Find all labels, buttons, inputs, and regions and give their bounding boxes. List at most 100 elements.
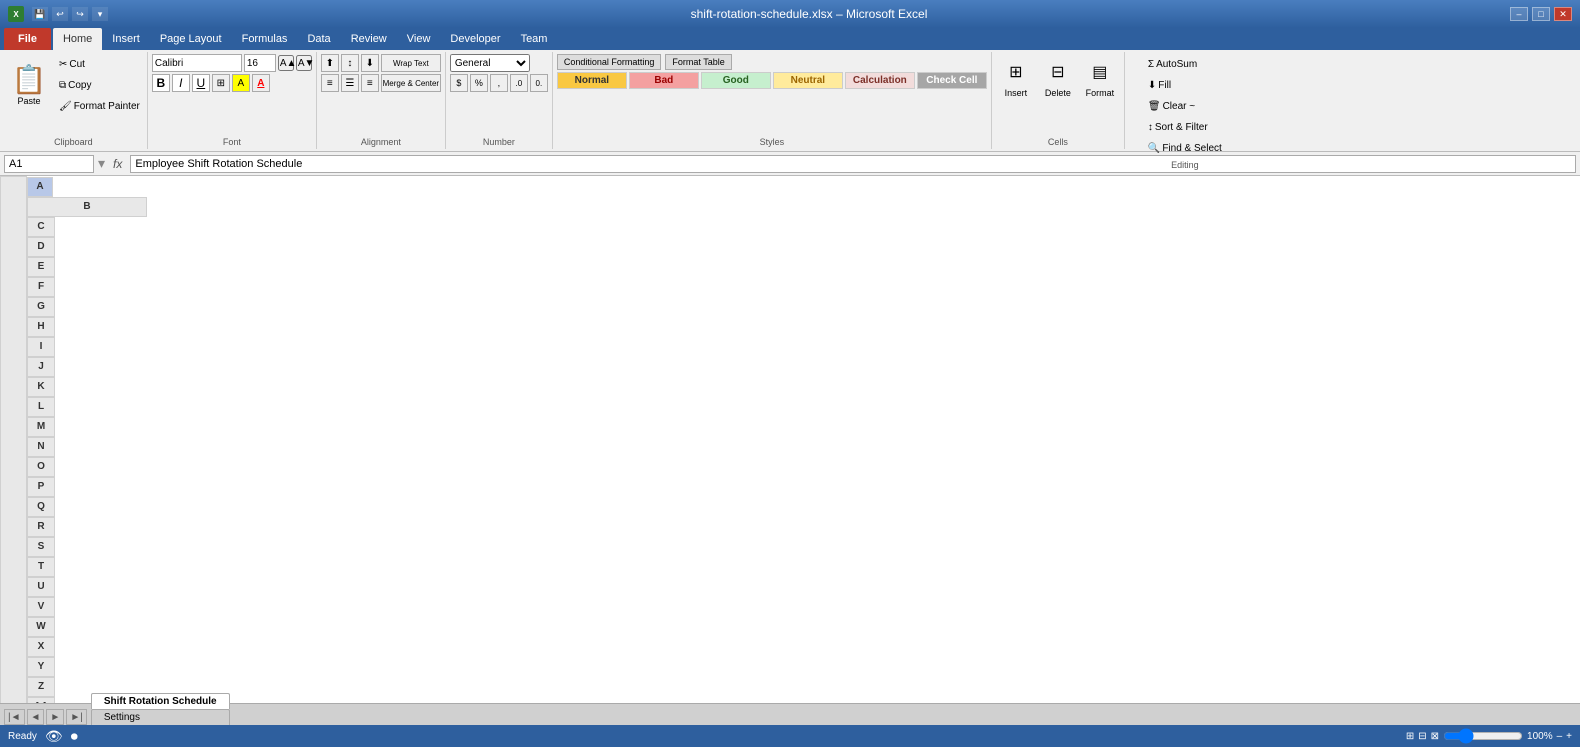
increase-font-btn[interactable]: A▲ xyxy=(278,55,294,71)
spreadsheet-scroll[interactable]: ABCDEFGHIJKLMNOPQRSTUVWXYZAAABACADAEAF1E… xyxy=(0,176,1580,703)
ribbon-tab-review[interactable]: Review xyxy=(341,28,397,50)
sheet-tab-1[interactable]: Settings xyxy=(91,709,230,725)
col-header-G[interactable]: G xyxy=(27,297,55,317)
align-middle-btn[interactable]: ↕ xyxy=(341,54,359,72)
ribbon-tab-insert[interactable]: Insert xyxy=(102,28,150,50)
bold-button[interactable]: B xyxy=(152,74,170,92)
style-neutral[interactable]: Neutral xyxy=(773,72,843,89)
autosum-button[interactable]: Σ AutoSum xyxy=(1145,54,1200,74)
col-header-W[interactable]: W xyxy=(27,617,55,637)
ribbon-tab-file[interactable]: File xyxy=(4,28,51,50)
formula-input[interactable] xyxy=(130,155,1576,173)
cell-ref-input[interactable] xyxy=(4,155,94,173)
layout-preview-btn[interactable]: ⊠ xyxy=(1431,731,1439,742)
ribbon-tab-data[interactable]: Data xyxy=(297,28,340,50)
screen-reader-icon[interactable]: 👁 xyxy=(45,728,63,745)
ribbon-tab-home[interactable]: Home xyxy=(53,28,102,50)
ribbon-tab-formulas[interactable]: Formulas xyxy=(232,28,298,50)
percent-btn[interactable]: % xyxy=(470,74,488,92)
conditional-formatting-btn[interactable]: Conditional Formatting xyxy=(557,54,662,70)
maximize-btn[interactable]: □ xyxy=(1532,7,1550,21)
col-header-L[interactable]: L xyxy=(27,397,55,417)
sheet-nav-next[interactable]: ► xyxy=(46,709,64,725)
col-header-R[interactable]: R xyxy=(27,517,55,537)
layout-page-btn[interactable]: ⊟ xyxy=(1418,731,1426,742)
number-format-select[interactable]: General xyxy=(450,54,530,72)
fill-color-btn[interactable]: A xyxy=(232,74,250,92)
customize-quick-btn[interactable]: ▾ xyxy=(92,7,108,21)
ribbon-tab-page-layout[interactable]: Page Layout xyxy=(150,28,232,50)
wrap-text-btn[interactable]: Wrap Text xyxy=(381,54,441,72)
ribbon-tab-view[interactable]: View xyxy=(397,28,441,50)
zoom-minus-btn[interactable]: – xyxy=(1557,731,1563,742)
sheet-tab-0[interactable]: Shift Rotation Schedule xyxy=(91,693,230,709)
style-normal[interactable]: Normal xyxy=(557,72,627,89)
col-header-E[interactable]: E xyxy=(27,257,55,277)
format-as-table-btn[interactable]: Format Table xyxy=(665,54,731,70)
copy-button[interactable]: ⧉ Copy xyxy=(56,75,143,95)
redo-quick-btn[interactable]: ↪ xyxy=(72,7,88,21)
decrease-decimal-btn[interactable]: 0. xyxy=(530,74,548,92)
close-btn[interactable]: ✕ xyxy=(1554,7,1572,21)
merge-center-btn[interactable]: Merge & Center xyxy=(381,74,441,92)
increase-decimal-btn[interactable]: .0 xyxy=(510,74,528,92)
sheet-nav-first[interactable]: |◄ xyxy=(4,709,25,725)
col-header-B[interactable]: B xyxy=(27,197,147,217)
zoom-plus-btn[interactable]: + xyxy=(1566,731,1572,742)
col-header-H[interactable]: H xyxy=(27,317,55,337)
style-calculation[interactable]: Calculation xyxy=(845,72,915,89)
paste-button[interactable]: 📋 Paste xyxy=(4,54,54,114)
col-header-O[interactable]: O xyxy=(27,457,55,477)
col-header-V[interactable]: V xyxy=(27,597,55,617)
align-bottom-btn[interactable]: ⬇ xyxy=(361,54,379,72)
layout-normal-btn[interactable]: ⊞ xyxy=(1406,731,1414,742)
undo-quick-btn[interactable]: ↩ xyxy=(52,7,68,21)
ribbon-tab-developer[interactable]: Developer xyxy=(440,28,510,50)
underline-button[interactable]: U xyxy=(192,74,210,92)
insert-button[interactable]: ⊞ Insert xyxy=(996,54,1036,101)
cut-button[interactable]: ✂ Cut xyxy=(56,54,143,74)
minimize-btn[interactable]: – xyxy=(1510,7,1528,21)
find-select-button[interactable]: 🔍 Find & Select xyxy=(1145,138,1225,158)
comma-btn[interactable]: , xyxy=(490,74,508,92)
col-header-Q[interactable]: Q xyxy=(27,497,55,517)
save-quick-btn[interactable]: 💾 xyxy=(32,7,48,21)
col-header-Y[interactable]: Y xyxy=(27,657,55,677)
align-top-btn[interactable]: ⬆ xyxy=(321,54,339,72)
delete-button[interactable]: ⊟ Delete xyxy=(1038,54,1078,101)
style-good[interactable]: Good xyxy=(701,72,771,89)
border-btn[interactable]: ⊞ xyxy=(212,74,230,92)
font-size-input[interactable] xyxy=(244,54,276,72)
col-header-I[interactable]: I xyxy=(27,337,55,357)
ribbon-tab-team[interactable]: Team xyxy=(511,28,558,50)
col-header-N[interactable]: N xyxy=(27,437,55,457)
col-header-AA[interactable]: AA xyxy=(27,697,55,704)
col-header-Z[interactable]: Z xyxy=(27,677,55,697)
sort-filter-button[interactable]: ↕ Sort & Filter xyxy=(1145,117,1211,137)
col-header-J[interactable]: J xyxy=(27,357,55,377)
format-button[interactable]: ▤ Format xyxy=(1080,54,1120,101)
col-header-X[interactable]: X xyxy=(27,637,55,657)
align-right-btn[interactable]: ≡ xyxy=(361,74,379,92)
sheet-nav-last[interactable]: ►| xyxy=(66,709,87,725)
col-header-F[interactable]: F xyxy=(27,277,55,297)
col-header-K[interactable]: K xyxy=(27,377,55,397)
col-header-S[interactable]: S xyxy=(27,537,55,557)
horizontal-scrollbar[interactable] xyxy=(232,709,1576,725)
col-header-U[interactable]: U xyxy=(27,577,55,597)
zoom-slider[interactable] xyxy=(1443,728,1523,744)
style-bad[interactable]: Bad xyxy=(629,72,699,89)
clear-button[interactable]: 🗑 Clear ~ xyxy=(1145,96,1198,116)
format-painter-button[interactable]: 🖌 Format Painter xyxy=(56,96,143,116)
macro-icon[interactable]: ⏺ xyxy=(71,728,78,745)
col-header-M[interactable]: M xyxy=(27,417,55,437)
col-header-P[interactable]: P xyxy=(27,477,55,497)
align-center-btn[interactable]: ☰ xyxy=(341,74,359,92)
align-left-btn[interactable]: ≡ xyxy=(321,74,339,92)
col-header-C[interactable]: C xyxy=(27,217,55,237)
fill-button[interactable]: ⬇ Fill xyxy=(1145,75,1174,95)
italic-button[interactable]: I xyxy=(172,74,190,92)
col-header-A[interactable]: A xyxy=(27,177,53,197)
col-header-D[interactable]: D xyxy=(27,237,55,257)
font-color-btn[interactable]: A xyxy=(252,74,270,92)
